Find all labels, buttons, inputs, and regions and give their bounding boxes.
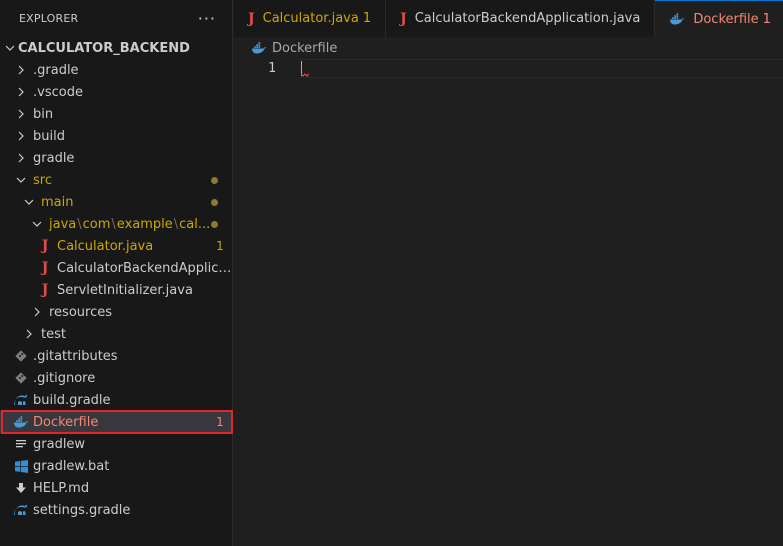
java-icon: J	[400, 10, 407, 27]
tree-item-servletinitializer-java[interactable]: J ServletInitializer.java	[0, 279, 233, 301]
markdown-icon	[13, 480, 29, 496]
tree-item-gradle[interactable]: .gradle	[0, 59, 233, 81]
editor-tabs: J Calculator.java 1 J CalculatorBackendAppli…	[234, 0, 783, 37]
chevron-down-icon	[21, 194, 37, 210]
gradle-icon	[13, 392, 29, 408]
git-icon	[13, 348, 29, 364]
tree-item-label: gradle	[33, 150, 75, 166]
tree-item-build[interactable]: build	[0, 125, 233, 147]
tree-item-gitattributes[interactable]: .gitattributes	[0, 345, 233, 367]
problem-count-badge: 1	[216, 239, 224, 253]
tree-item-label: HELP.md	[33, 480, 90, 496]
current-line-highlight	[300, 59, 783, 78]
tree-item-gradle[interactable]: gradle	[0, 147, 233, 169]
chevron-right-icon	[13, 150, 29, 166]
more-actions-button[interactable]: ···	[198, 10, 216, 26]
tree-item-label: CalculatorBackendApplicatio...	[57, 260, 233, 276]
tree-item-gradlew[interactable]: gradlew	[0, 433, 233, 455]
docker-icon	[669, 13, 685, 25]
chevron-right-icon	[13, 62, 29, 78]
modified-dot	[211, 176, 218, 184]
tree-item-label: .gitattributes	[33, 348, 118, 364]
modified-dot	[211, 220, 218, 228]
tab-calculatorbackendapplication-java[interactable]: J CalculatorBackendApplication.java	[386, 0, 656, 37]
explorer-sidebar: EXPLORER ··· CALCULATOR_BACKEND .gradle .v…	[0, 0, 233, 546]
chevron-down-icon	[2, 40, 18, 56]
chevron-down-icon	[13, 172, 29, 188]
tab-dockerfile[interactable]: Dockerfile 1	[655, 0, 783, 37]
explorer-title: EXPLORER	[19, 12, 79, 25]
chevron-right-icon	[29, 304, 45, 320]
tree-item-label: .gitignore	[33, 370, 96, 386]
tree-item-main[interactable]: main	[0, 191, 233, 213]
tab-label: Calculator.java	[262, 11, 359, 26]
tree-item-calculator-java[interactable]: J Calculator.java 1	[0, 235, 233, 257]
tree-item-label: ServletInitializer.java	[57, 282, 193, 298]
tree-item-resources[interactable]: resources	[0, 301, 233, 323]
tree-item-label: gradlew.bat	[33, 458, 110, 474]
problem-count-badge: 1	[216, 415, 224, 429]
java-icon: J	[41, 282, 49, 298]
tree-item-label: resources	[49, 304, 113, 320]
tree-item-label: bin	[33, 106, 54, 122]
tab-label: CalculatorBackendApplication.java	[414, 11, 641, 26]
tree-item-src[interactable]: src	[0, 169, 233, 191]
error-squiggle	[301, 73, 309, 77]
text-lines-icon	[13, 436, 29, 452]
docker-icon	[251, 42, 267, 54]
tab-problem-count: 1	[762, 11, 771, 27]
tab-label: Dockerfile	[693, 11, 759, 27]
tree-item-calculatorbackendapplicatio[interactable]: J CalculatorBackendApplicatio...	[0, 257, 233, 279]
tree-item-bin[interactable]: bin	[0, 103, 233, 125]
gradle-icon	[13, 502, 29, 518]
tree-item-label: java\com\example\cal...	[49, 217, 211, 232]
chevron-right-icon	[13, 128, 29, 144]
git-icon	[13, 370, 29, 386]
docker-icon	[13, 414, 29, 430]
tree-item-label: Calculator.java	[57, 238, 154, 254]
explorer-header: EXPLORER ···	[0, 0, 232, 37]
root-folder-label: CALCULATOR_BACKEND	[18, 40, 190, 56]
tab-problem-count: 1	[362, 11, 372, 26]
breadcrumb: Dockerfile	[234, 37, 783, 59]
chevron-right-icon	[21, 326, 37, 342]
tree-item-label: gradlew	[33, 436, 86, 452]
tree-item-build-gradle[interactable]: build.gradle	[0, 389, 233, 411]
windows-icon	[13, 458, 29, 474]
tree-root-folder[interactable]: CALCULATOR_BACKEND	[0, 37, 233, 59]
tree-item-dockerfile[interactable]: Dockerfile 1	[0, 411, 233, 433]
tree-item-label: .gradle	[33, 62, 79, 78]
java-icon: J	[41, 260, 49, 276]
tree-item-label: build	[33, 128, 65, 144]
tree-item-help-md[interactable]: HELP.md	[0, 477, 233, 499]
tree-item-label: settings.gradle	[33, 502, 131, 518]
java-icon: J	[41, 238, 49, 254]
tree-item-label: main	[41, 194, 74, 210]
tree-item-label: Dockerfile	[33, 414, 99, 430]
line-number: 1	[268, 61, 276, 76]
chevron-right-icon	[13, 84, 29, 100]
chevron-right-icon	[13, 106, 29, 122]
path-segment: example	[116, 216, 173, 232]
tab-calculator-java[interactable]: J Calculator.java 1	[234, 0, 387, 37]
breadcrumb-file[interactable]: Dockerfile	[272, 41, 337, 56]
tree-item-java-com-example-cal[interactable]: java\com\example\cal...	[0, 213, 233, 235]
tree-item-vscode[interactable]: .vscode	[0, 81, 233, 103]
tree-item-settings-gradle[interactable]: settings.gradle	[0, 499, 233, 521]
modified-dot	[211, 198, 218, 206]
tree-item-label: src	[33, 172, 52, 188]
path-segment: java	[49, 216, 77, 232]
java-icon: J	[248, 10, 255, 27]
tree-item-label: .vscode	[33, 84, 83, 100]
chevron-down-icon	[29, 216, 45, 232]
path-segment: cal...	[179, 216, 211, 232]
tree-item-gradlew-bat[interactable]: gradlew.bat	[0, 455, 233, 477]
tree-item-label: test	[41, 326, 66, 342]
tree-item-test[interactable]: test	[0, 323, 233, 345]
tree-item-gitignore[interactable]: .gitignore	[0, 367, 233, 389]
tree-item-label: build.gradle	[33, 392, 111, 408]
editor-area[interactable]: 1	[234, 59, 783, 546]
path-segment: com	[82, 216, 111, 232]
